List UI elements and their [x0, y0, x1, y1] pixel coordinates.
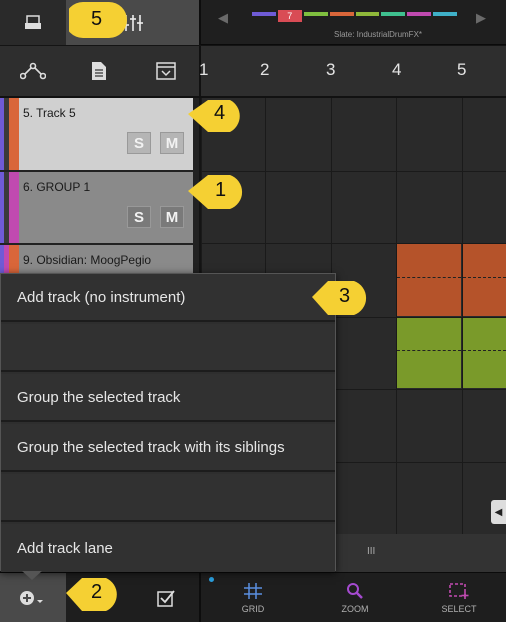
clip[interactable]: [463, 318, 506, 388]
browser-button[interactable]: [0, 0, 66, 45]
select-tool-button[interactable]: SELECT: [424, 573, 494, 622]
timeline-ruler[interactable]: 1 2 3 4 5: [199, 46, 506, 98]
track-header[interactable]: 5. Track 5 S M: [0, 98, 193, 170]
expand-arrow-icon[interactable]: ◀: [491, 500, 506, 524]
add-track-menu: Add track (no instrument) Group the sele…: [0, 273, 336, 572]
callout-5: 5: [69, 0, 129, 40]
slate-label: Slate: IndustrialDrumFX*: [333, 30, 423, 39]
ruler-bar-2: 2: [260, 60, 270, 79]
menu-item-group-selected[interactable]: Group the selected track: [1, 374, 335, 422]
current-scene-marker[interactable]: 7: [277, 10, 302, 22]
toolbar-divider: [199, 0, 201, 45]
notes-document-icon: [92, 62, 106, 80]
callout-4: 4: [188, 94, 248, 134]
next-scene-arrow-icon[interactable]: ▶: [476, 10, 486, 26]
scroll-handle[interactable]: III: [367, 546, 375, 557]
menu-pointer-arrow: [22, 571, 42, 580]
callout-3: 3: [312, 277, 372, 317]
menu-item-empty[interactable]: [1, 474, 335, 522]
ruler-bar-5: 5: [457, 60, 467, 79]
mute-button[interactable]: M: [160, 206, 184, 228]
checkbox-icon: [157, 590, 175, 607]
track-name: 5. Track 5: [23, 106, 76, 120]
track-color-stripe: [9, 172, 19, 243]
solo-button[interactable]: S: [127, 206, 151, 228]
menu-item-add-track-no-instrument[interactable]: Add track (no instrument): [1, 274, 335, 322]
grid-icon: [244, 583, 262, 599]
scene-color-bar[interactable]: 7: [252, 10, 457, 22]
browser-tray-icon: [25, 14, 41, 29]
prev-scene-arrow-icon[interactable]: ◀: [218, 10, 228, 26]
track-color-stripe: [9, 98, 19, 170]
grid-label: GRID: [241, 604, 265, 614]
notes-button[interactable]: [66, 46, 132, 96]
callout-1: 1: [188, 171, 248, 211]
clip[interactable]: [397, 244, 461, 316]
menu-item-empty[interactable]: [1, 324, 335, 372]
ruler-bar-3: 3: [326, 60, 336, 79]
marquee-select-icon: [449, 583, 469, 599]
ruler-bar-1: 1: [199, 60, 209, 79]
active-indicator: [209, 577, 214, 582]
zoom-button[interactable]: ZOOM: [320, 573, 390, 622]
ruler-bar-4: 4: [392, 60, 402, 79]
track-name: 6. GROUP 1: [23, 180, 91, 194]
menu-item-group-with-siblings[interactable]: Group the selected track with its siblin…: [1, 424, 335, 472]
select-label: SELECT: [441, 604, 477, 614]
menu-item-add-track-lane[interactable]: Add track lane: [1, 524, 335, 572]
track-name: 9. Obsidian: MoogPegio: [23, 253, 152, 267]
scene-selector[interactable]: ◀ 7 ▶ Slate: IndustrialDrumFX*: [218, 6, 494, 42]
add-track-button[interactable]: [0, 573, 66, 622]
zoom-label: ZOOM: [341, 604, 369, 614]
clip[interactable]: [397, 318, 461, 388]
clip[interactable]: [463, 244, 506, 316]
collapse-panel-icon: [156, 62, 176, 80]
automation-button[interactable]: [0, 46, 66, 96]
track-header[interactable]: 6. GROUP 1 S M: [0, 172, 193, 243]
zoom-magnifier-icon: [347, 583, 363, 599]
grid-button[interactable]: GRID: [218, 573, 288, 622]
solo-button[interactable]: S: [127, 132, 151, 154]
collapse-button[interactable]: [133, 46, 199, 96]
mute-button[interactable]: M: [160, 132, 184, 154]
add-circle-icon: [20, 591, 43, 605]
select-tracks-button[interactable]: [133, 573, 199, 622]
callout-2: 2: [66, 573, 126, 613]
automation-nodes-icon: [20, 62, 46, 80]
